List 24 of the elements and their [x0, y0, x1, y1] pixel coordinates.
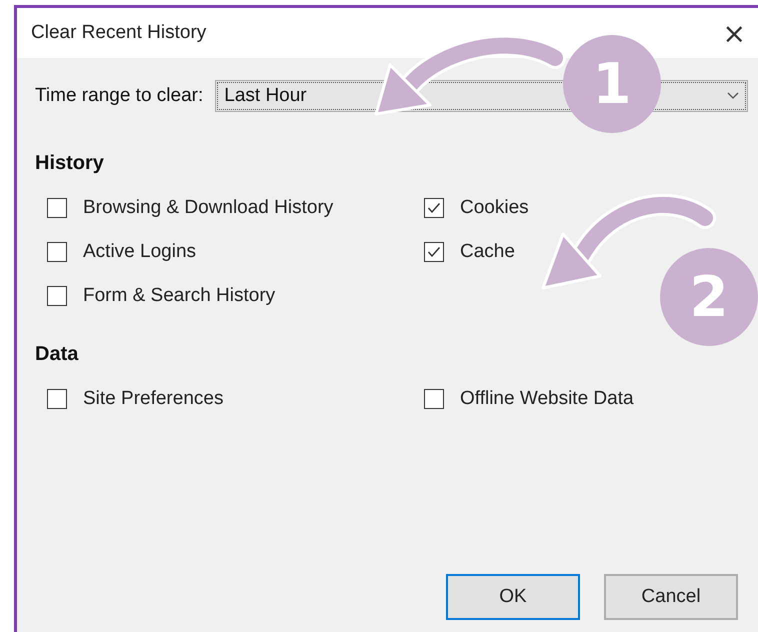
- section-heading: Data: [35, 343, 80, 366]
- checkbox-label: Site Preferences: [83, 388, 224, 410]
- checkbox-label: Cookies: [460, 197, 529, 219]
- checkbox[interactable]: [47, 389, 67, 409]
- caret-icon: [727, 92, 739, 100]
- window-title: Clear Recent History: [31, 22, 206, 44]
- check-icon: [427, 202, 441, 214]
- checkbox-label: Offline Website Data: [460, 388, 634, 410]
- field-label: Time range to clear:: [35, 85, 204, 107]
- checkbox-label: Browsing & Download History: [83, 197, 334, 219]
- checkbox[interactable]: [424, 389, 444, 409]
- cancel-button[interactable]: Cancel: [604, 574, 738, 620]
- section-heading: History: [35, 152, 105, 175]
- checkbox-label: Active Logins: [83, 241, 196, 263]
- check-icon: [427, 246, 441, 258]
- checkbox[interactable]: [47, 242, 67, 262]
- checkbox-label: Cache: [460, 241, 515, 263]
- close-button[interactable]: ×: [716, 16, 752, 50]
- checkbox[interactable]: [47, 198, 67, 218]
- checkbox-label: Form & Search History: [83, 285, 276, 307]
- checkbox[interactable]: [424, 198, 444, 218]
- ok-button[interactable]: OK: [446, 574, 580, 620]
- checkbox[interactable]: [424, 242, 444, 262]
- checkbox[interactable]: [47, 286, 67, 306]
